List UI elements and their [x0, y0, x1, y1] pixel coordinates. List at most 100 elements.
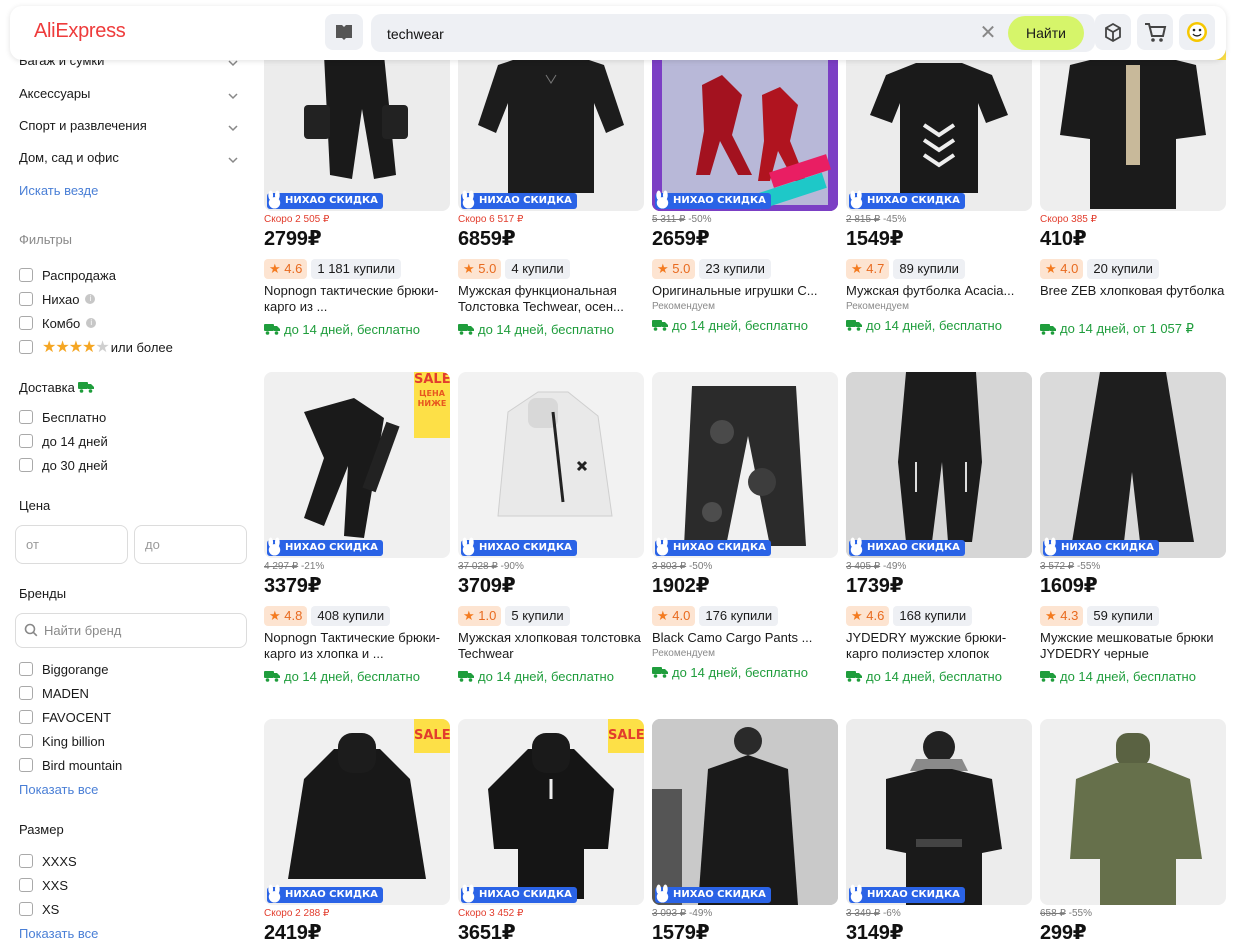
product-image[interactable]: SALE НИХАО СКИДКА	[458, 719, 644, 905]
filter-combo[interactable]: Комбо i	[19, 314, 97, 332]
product-title[interactable]: Nopnogn тактические брюки-карго из ...	[264, 283, 450, 315]
product-title[interactable]: JYDEDRY мужские брюки-карго полиэстер хл…	[846, 630, 1032, 662]
product-card[interactable]: SALE ЦЕНА НИЖЕ НИХАО СКИДКА 4 297 ₽ -21% …	[264, 372, 450, 685]
checkbox[interactable]	[19, 902, 33, 916]
checkbox[interactable]	[19, 340, 33, 354]
product-card[interactable]: SALE НИХАО СКИДКА Скоро 3 452 ₽ 3651₽	[458, 719, 644, 945]
filter-sale[interactable]: Распродажа	[19, 266, 116, 284]
info-icon[interactable]: i	[85, 294, 96, 304]
product-card[interactable]: НИХАО СКИДКА 37 028 ₽ -90% 3709₽ ★ 1.0 5 …	[458, 372, 644, 685]
brand-maden[interactable]: MADEN	[19, 684, 89, 702]
product-card[interactable]: 658 ₽ -55% 299₽	[1040, 719, 1226, 945]
product-card[interactable]: НИХАО СКИДКА Скоро 2 505 ₽ 2799₽ ★ 4.6 1 …	[264, 25, 450, 338]
product-title[interactable]: Мужская футболка Acacia...	[846, 283, 1032, 299]
wide-pants-image	[1040, 372, 1226, 558]
show-all-sizes-link[interactable]: Показать все	[19, 926, 98, 941]
clear-icon[interactable]: ✕	[977, 20, 999, 46]
product-card[interactable]: SALE НИХАО СКИДКА Скоро 2 288 ₽ 2419₽	[264, 719, 450, 945]
product-image[interactable]: SALE ЦЕНА НИЖЕ НИХАО СКИДКА	[264, 372, 450, 558]
product-card[interactable]: НИХАО СКИДКА 3 572 ₽ -55% 1609₽ ★ 4.3 59 …	[1040, 372, 1226, 685]
checkbox[interactable]	[19, 734, 33, 748]
product-title[interactable]: Black Camo Cargo Pants ...	[652, 630, 838, 646]
four-stars-icon: ★★★★★	[42, 339, 110, 356]
brand-favocent[interactable]: FAVOCENT	[19, 708, 111, 726]
product-title[interactable]: Bree ZEB хлопковая футболка	[1040, 283, 1226, 315]
price: 3709₽	[458, 575, 516, 597]
delivery-30[interactable]: до 30 дней	[19, 456, 108, 474]
product-image[interactable]: НИХАО СКИДКА	[846, 372, 1032, 558]
product-image[interactable]: НИХАО СКИДКА	[458, 372, 644, 558]
product-card[interactable]: НИХАО СКИДКА 3 803 ₽ -50% 1902₽ ★ 4.0 176…	[652, 372, 838, 681]
cart-button[interactable]	[1137, 14, 1173, 50]
product-image[interactable]: НИХАО СКИДКА	[846, 719, 1032, 905]
brand-search-input[interactable]	[42, 622, 236, 639]
brand-search-field[interactable]	[15, 613, 247, 648]
checkbox[interactable]	[19, 316, 33, 330]
size-xxs[interactable]: XXS	[19, 876, 68, 894]
product-card[interactable]: НИХАО СКИДКА 3 349 ₽ -6% 3149₽	[846, 719, 1032, 945]
filter-nihao[interactable]: Нихао i	[19, 290, 96, 308]
delivery-free[interactable]: Бесплатно	[19, 408, 106, 426]
product-title[interactable]: Мужские мешковатые брюки JYDEDRY черные	[1040, 630, 1226, 662]
catalog-button[interactable]	[325, 14, 363, 50]
product-card[interactable]: НИХАО СКИДКА 2 815 ₽ -45% 1549₽ ★ 4.7 89 …	[846, 25, 1032, 334]
checkbox[interactable]	[19, 268, 33, 282]
orders-button[interactable]	[1095, 14, 1131, 50]
checkbox[interactable]	[19, 710, 33, 724]
brand-king-billion[interactable]: King billion	[19, 732, 105, 750]
category-label: Спорт и развлечения	[19, 118, 147, 133]
category-accessories[interactable]: Аксессуары	[19, 86, 241, 108]
product-card[interactable]: НИХАО СКИДКА 5 311 ₽ -50% 2659₽ ★ 5.0 23 …	[652, 25, 838, 334]
price-from-input[interactable]	[15, 525, 128, 564]
checkbox[interactable]	[19, 410, 33, 424]
checkbox[interactable]	[19, 662, 33, 676]
product-image[interactable]: НИХАО СКИДКА	[1040, 372, 1226, 558]
product-card[interactable]: НИХАО СКИДКА 3 093 ₽ -49% 1579₽	[652, 719, 838, 945]
brand-biggorange[interactable]: Biggorange	[19, 660, 109, 678]
search-everywhere-link[interactable]: Искать везде	[19, 183, 98, 198]
product-title[interactable]: Оригинальные игрушки C...	[652, 283, 838, 299]
profile-smiley-icon	[1187, 22, 1207, 42]
truck-icon	[78, 382, 95, 393]
delivery-14[interactable]: до 14 дней	[19, 432, 108, 450]
info-icon[interactable]: i	[86, 318, 97, 328]
delivery-info: до 14 дней, бесплатно	[1040, 667, 1226, 685]
price: 6859₽	[458, 228, 516, 250]
product-image[interactable]: НИХАО СКИДКА	[652, 372, 838, 558]
aliexpress-logo[interactable]: AliExpress	[34, 20, 126, 43]
product-card[interactable]: НИХАО СКИДКА Скоро 6 517 ₽ 6859₽ ★ 5.0 4 …	[458, 25, 644, 338]
filter-label: MADEN	[42, 685, 89, 701]
price-to-input[interactable]	[134, 525, 247, 564]
category-sport[interactable]: Спорт и развлечения	[19, 118, 241, 140]
product-card[interactable]: Скоро 385 ₽ 410₽ ★ 4.0 20 купили Bree ZEB…	[1040, 25, 1226, 338]
checkbox[interactable]	[19, 458, 33, 472]
filter-label: Распродажа	[42, 267, 116, 283]
size-xs[interactable]: XS	[19, 900, 59, 918]
checkbox[interactable]	[19, 686, 33, 700]
checkbox[interactable]	[19, 434, 33, 448]
checkbox[interactable]	[19, 878, 33, 892]
product-card[interactable]: НИХАО СКИДКА 3 405 ₽ -49% 1739₽ ★ 4.6 168…	[846, 372, 1032, 685]
category-home[interactable]: Дом, сад и офис	[19, 150, 241, 172]
search-button[interactable]: Найти	[1008, 16, 1084, 50]
product-title[interactable]: Мужская функциональная Толстовка Techwea…	[458, 283, 644, 315]
filters-title: Фильтры	[19, 232, 73, 247]
brand-bird-mountain[interactable]: Bird mountain	[19, 756, 122, 774]
size-xxxs[interactable]: XXXS	[19, 852, 77, 870]
checkbox[interactable]	[19, 292, 33, 306]
profile-button[interactable]	[1179, 14, 1215, 50]
orders-box-icon	[1105, 22, 1121, 43]
product-image[interactable]: НИХАО СКИДКА	[652, 719, 838, 905]
show-all-brands-link[interactable]: Показать все	[19, 782, 98, 797]
search-input[interactable]	[385, 21, 949, 47]
delivery-title-label: Доставка	[19, 380, 75, 395]
product-title[interactable]: Мужская хлопковая толстовка Techwear	[458, 630, 644, 662]
checkbox[interactable]	[19, 854, 33, 868]
checkbox[interactable]	[19, 758, 33, 772]
filter-label: Нихао	[42, 291, 80, 307]
search-icon	[24, 623, 38, 637]
filter-rating[interactable]: ★★★★★ или более	[19, 338, 173, 356]
product-image[interactable]: SALE НИХАО СКИДКА	[264, 719, 450, 905]
product-title[interactable]: Nopnogn Тактические брюки-карго из хлопк…	[264, 630, 450, 662]
product-image[interactable]	[1040, 719, 1226, 905]
